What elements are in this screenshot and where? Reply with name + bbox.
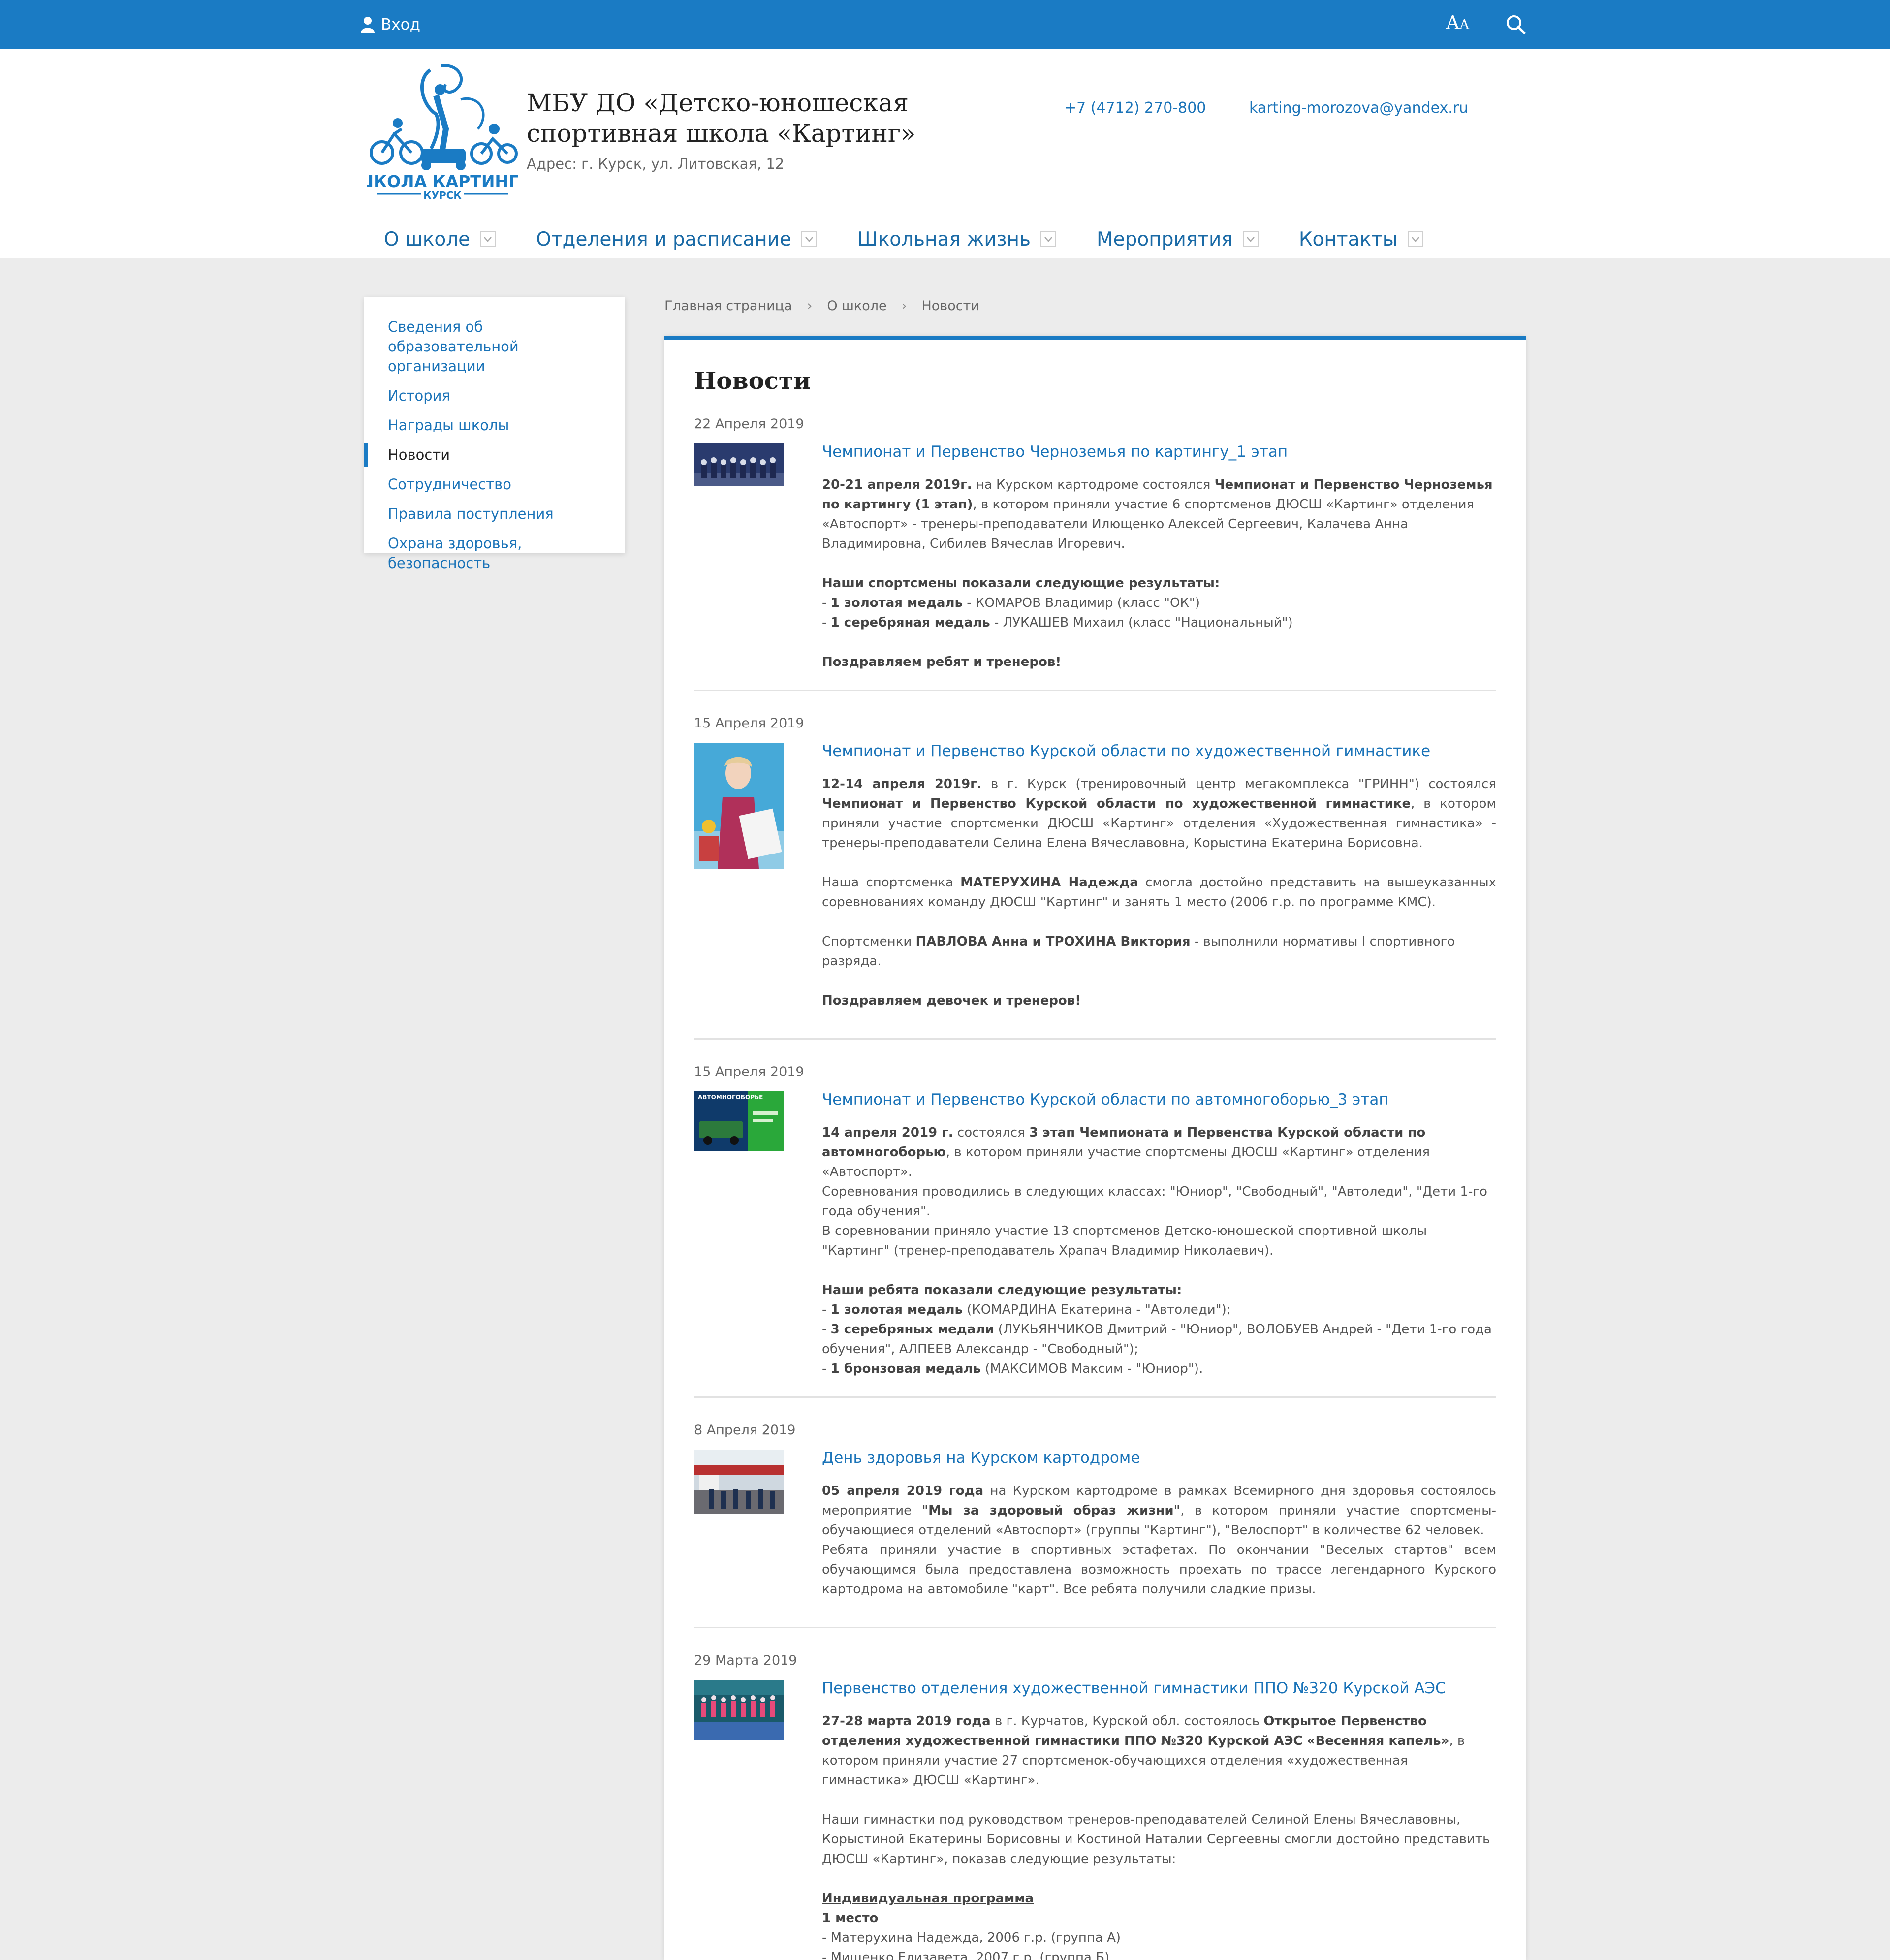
gymnastics-team-image xyxy=(694,1680,784,1740)
chevron-down-icon[interactable] xyxy=(801,231,817,247)
news-item: 29 Марта 2019 Первенство отделения худож… xyxy=(694,1653,1496,1960)
chevron-down-icon[interactable] xyxy=(1242,231,1259,247)
news-date: 29 Марта 2019 xyxy=(694,1653,797,1668)
breadcrumb: Главная страница › О школе › Новости xyxy=(664,298,979,314)
login-link[interactable]: Вход xyxy=(360,14,420,35)
sidebar-item-news[interactable]: Новости xyxy=(364,443,625,467)
sidebar-menu: Сведения об образовательной организации … xyxy=(364,297,625,571)
breadcrumb-about[interactable]: О школе xyxy=(827,298,886,314)
news-title-link[interactable]: Чемпионат и Первенство Черноземья по кар… xyxy=(822,442,1496,462)
news-congrats: Поздравляем девочек и тренеров! xyxy=(822,993,1081,1008)
nav-label: Школьная жизнь xyxy=(857,228,1031,251)
site-header: ШКОЛА КАРТИНГА КУРСК МБУ ДО «Детско-юнош… xyxy=(0,49,1890,258)
news-thumbnail[interactable] xyxy=(694,743,784,1011)
gymnast-photo-image xyxy=(694,743,784,869)
team-photo-image xyxy=(694,443,784,486)
chevron-down-icon[interactable] xyxy=(480,231,496,247)
nav-label: Отделения и расписание xyxy=(536,228,791,251)
breadcrumb-current: Новости xyxy=(921,298,979,314)
news-text: 27-28 марта 2019 года в г. Курчатов, Кур… xyxy=(822,1714,1465,1788)
news-title-link[interactable]: День здоровья на Курском картодроме xyxy=(822,1448,1496,1468)
logo-title: ШКОЛА КАРТИНГА xyxy=(367,172,518,191)
news-date: 8 Апреля 2019 xyxy=(694,1423,796,1438)
news-text: 12-14 апреля 2019г. в г. Курск (трениров… xyxy=(822,777,1496,851)
sidebar-item-health-safety[interactable]: Охрана здоровья, безопасность xyxy=(364,534,625,573)
nav-item-school-life[interactable]: Школьная жизнь xyxy=(857,224,1056,254)
news-text: 20-21 апреля 2019г. на Курском картодром… xyxy=(822,477,1493,551)
news-congrats: Поздравляем ребят и тренеров! xyxy=(822,655,1062,669)
news-thumbnail[interactable]: АВТОМНОГОБОРЬЕ xyxy=(694,1091,784,1379)
news-thumbnail[interactable] xyxy=(694,1680,784,1960)
news-text: Наши гимнастки под руководством тренеров… xyxy=(822,1812,1490,1866)
news-text: Наша спортсменка МАТЕРУХИНА Надежда смог… xyxy=(822,875,1496,910)
news-item: 15 Апреля 2019 АВТОМНОГОБОРЬЕ Чемпионат … xyxy=(694,1064,1496,1398)
sidebar-item-history[interactable]: История xyxy=(364,386,625,406)
news-thumbnail[interactable] xyxy=(694,1450,784,1599)
news-date: 22 Апреля 2019 xyxy=(694,416,804,432)
news-item: 8 Апреля 2019 День здоровья на Курском к… xyxy=(694,1423,1496,1628)
news-text: 14 апреля 2019 г. состоялся 3 этап Чемпи… xyxy=(822,1125,1487,1258)
news-results: Индивидуальная программа 1 место - Матер… xyxy=(822,1891,1121,1960)
nav-item-about[interactable]: О школе xyxy=(384,224,496,254)
nav-label: Контакты xyxy=(1298,228,1398,251)
chevron-down-icon[interactable] xyxy=(1407,231,1423,247)
site-title[interactable]: МБУ ДО «Детско-юношеская спортивная школ… xyxy=(527,88,1019,149)
sidebar-item-cooperation[interactable]: Сотрудничество xyxy=(364,474,625,494)
news-thumbnail[interactable] xyxy=(694,443,784,672)
breadcrumb-separator: › xyxy=(901,298,907,314)
main-nav: О школе Отделения и расписание Школьная … xyxy=(384,224,1464,254)
nav-item-contacts[interactable]: Контакты xyxy=(1299,224,1423,254)
poster-image: АВТОМНОГОБОРЬЕ xyxy=(694,1091,784,1151)
breadcrumb-home[interactable]: Главная страница xyxy=(664,298,792,314)
font-size-toggle[interactable]: AA xyxy=(1446,12,1469,33)
news-title-link[interactable]: Первенство отделения художественной гимн… xyxy=(822,1678,1496,1699)
news-text: 05 апреля 2019 года на Курском картодром… xyxy=(822,1484,1496,1597)
news-panel: Новости 22 Апреля 2019 Чемпионат и Перве… xyxy=(664,336,1526,1960)
phone-link[interactable]: +7 (4712) 270-800 xyxy=(1064,99,1206,117)
news-results: Наши ребята показали следующие результат… xyxy=(822,1283,1492,1376)
news-item: 22 Апреля 2019 Чемпионат и Первенство Че… xyxy=(694,416,1496,691)
logo-city: КУРСК xyxy=(423,190,462,201)
news-date: 15 Апреля 2019 xyxy=(694,716,804,731)
event-photo-image xyxy=(694,1450,784,1514)
site-address: Адрес: г. Курск, ул. Литовская, 12 xyxy=(527,156,785,172)
nav-item-departments[interactable]: Отделения и расписание xyxy=(536,224,817,254)
news-title-link[interactable]: Чемпионат и Первенство Курской области п… xyxy=(822,741,1496,761)
breadcrumb-separator: › xyxy=(807,298,813,314)
login-label: Вход xyxy=(381,16,421,33)
search-icon[interactable] xyxy=(1505,14,1526,34)
news-item: 15 Апреля 2019 Чемпионат и Первенство Ку… xyxy=(694,716,1496,1040)
nav-label: О школе xyxy=(384,228,471,251)
sidebar-item-awards[interactable]: Награды школы xyxy=(364,415,625,435)
news-results: Наши спортсмены показали следующие резул… xyxy=(822,576,1293,630)
news-date: 15 Апреля 2019 xyxy=(694,1064,804,1079)
user-icon xyxy=(361,17,375,33)
sidebar-item-admission[interactable]: Правила поступления xyxy=(364,504,625,524)
top-bar: Вход AA xyxy=(0,0,1890,49)
school-logo[interactable]: ШКОЛА КАРТИНГА КУРСК xyxy=(367,60,518,203)
chevron-down-icon[interactable] xyxy=(1040,231,1056,247)
news-text: Спортсменки ПАВЛОВА Анна и ТРОХИНА Викто… xyxy=(822,934,1455,969)
page-title: Новости xyxy=(694,367,811,395)
poster-label: АВТОМНОГОБОРЬЕ xyxy=(698,1094,763,1101)
sidebar-item-org-info[interactable]: Сведения об образовательной организации xyxy=(364,317,625,376)
email-link[interactable]: karting-morozova@yandex.ru xyxy=(1249,99,1468,117)
news-title-link[interactable]: Чемпионат и Первенство Курской области п… xyxy=(822,1089,1496,1110)
nav-item-events[interactable]: Мероприятия xyxy=(1097,224,1259,254)
nav-label: Мероприятия xyxy=(1097,228,1233,251)
